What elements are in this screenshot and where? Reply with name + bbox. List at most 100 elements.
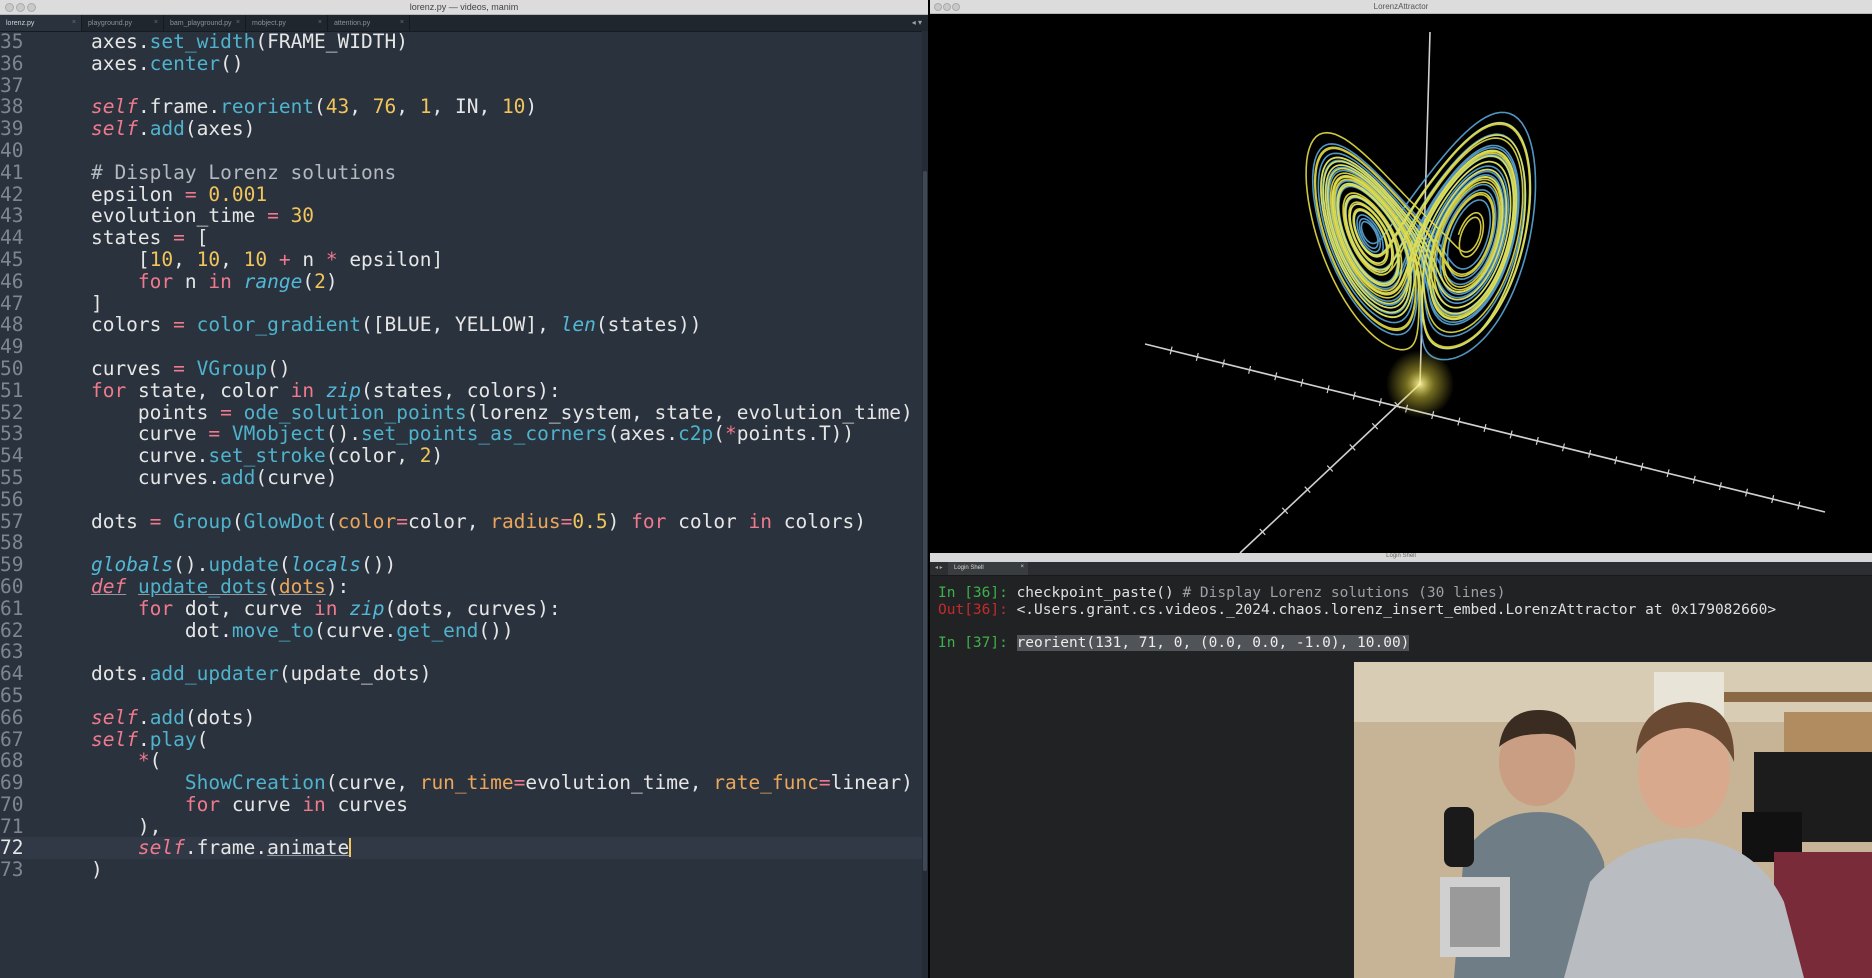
code-text[interactable]: axes.center() [44,52,244,75]
code-line[interactable]: 62 dot.move_to(curve.get_end()) [0,619,928,642]
code-text[interactable]: states = [ [44,227,208,249]
code-line[interactable]: 55 curves.add(curve) [0,467,928,489]
code-text[interactable]: curve = VMobject().set_points_as_corners… [44,423,854,445]
code-line[interactable]: 47 ] [0,292,928,315]
render-titlebar: LorenzAttractor [930,0,1872,14]
code-line[interactable]: 66 self.add(dots) [0,706,928,729]
code-text[interactable]: ShowCreation(curve, run_time=evolution_t… [44,772,913,794]
editor-tab[interactable]: playground.py × [82,15,164,31]
code-text[interactable]: curves = VGroup() [44,358,291,380]
code-text[interactable]: self.frame.reorient(43, 76, 1, IN, 10) [44,96,537,118]
code-text[interactable]: epsilon = 0.001 [44,183,267,206]
close-tab-icon[interactable]: × [236,19,240,26]
terminal-titlebar: Login Shell [930,553,1872,562]
close-tab-icon[interactable]: × [72,19,76,26]
code-line[interactable]: 50 curves = VGroup() [0,358,928,380]
code-text[interactable]: dots.add_updater(update_dots) [44,663,431,685]
code-text[interactable]: for curve in curves [44,793,408,816]
code-line[interactable]: 42 epsilon = 0.001 [0,183,928,206]
code-line[interactable]: 65 [0,685,928,707]
code-text[interactable]: globals().update(locals()) [44,554,396,576]
code-line[interactable]: 63 [0,641,928,663]
code-text[interactable]: for dot, curve in zip(dots, curves): [44,597,561,620]
code-line[interactable]: 59 globals().update(locals()) [0,554,928,576]
code-line[interactable]: 72 self.frame.animate [0,837,928,860]
code-text[interactable]: self.frame.animate [44,837,352,859]
code-line[interactable]: 51 for state, color in zip(states, color… [0,379,928,402]
code-line[interactable]: 71 ), [0,815,928,838]
close-tab-icon[interactable]: × [400,19,404,26]
code-text[interactable]: dot.move_to(curve.get_end()) [44,619,514,642]
code-editor-window[interactable]: lorenz.py — videos, manim lorenz.py × play… [0,0,928,978]
close-tab-icon[interactable]: × [318,19,322,26]
code-line[interactable]: 69 ShowCreation(curve, run_time=evolutio… [0,772,928,794]
code-text[interactable]: dots = Group(GlowDot(color=color, radius… [44,510,866,533]
code-line[interactable]: 52 points = ode_solution_points(lorenz_s… [0,401,928,424]
code-text[interactable]: ), [44,815,162,838]
code-line[interactable]: 64 dots.add_updater(update_dots) [0,663,928,685]
code-line[interactable]: 39 self.add(axes) [0,118,928,140]
code-area[interactable]: 35 axes.set_width(FRAME_WIDTH) 36 axes.ce… [0,31,928,881]
code-text[interactable]: colors = color_gradient([BLUE, YELLOW], … [44,314,702,336]
code-text[interactable]: evolution_time = 30 [44,205,314,227]
code-line[interactable]: 70 for curve in curves [0,793,928,816]
code-text[interactable]: for n in range(2) [44,270,338,293]
code-text[interactable]: for state, color in zip(states, colors): [44,379,561,402]
code-text[interactable]: [10, 10, 10 + n * epsilon] [44,249,443,271]
editor-tab[interactable]: attention.py × [328,15,410,31]
code-line[interactable]: 67 self.play( [0,727,928,751]
code-text[interactable]: ) [44,859,103,881]
line-number: 61 [0,596,24,620]
lorenz-attractor-scene [1144,31,1826,553]
code-line[interactable]: 43 evolution_time = 30 [0,205,928,227]
code-text[interactable]: # Display Lorenz solutions [44,161,396,184]
code-line[interactable]: 40 [0,140,928,162]
code-line[interactable]: 58 [0,532,928,554]
code-text[interactable]: self.add(dots) [44,706,255,729]
code-line[interactable]: 60 def update_dots(dots): [0,576,928,598]
editor-tab[interactable]: bam_playground.py × [164,15,246,31]
code-line[interactable]: 56 [0,488,928,511]
terminal-prompt: Out[36]: [938,601,1017,618]
code-line[interactable]: 61 for dot, curve in zip(dots, curves): [0,596,928,620]
code-text[interactable]: self.play( [44,728,208,751]
tab-nav-icon[interactable]: ◂ ▾ [912,18,922,27]
code-line[interactable]: 38 self.frame.reorient(43, 76, 1, IN, 10… [0,96,928,118]
code-line[interactable]: 53 curve = VMobject().set_points_as_corn… [0,423,928,445]
code-line[interactable]: 45 [10, 10, 10 + n * epsilon] [0,249,928,271]
line-number: 69 [0,771,24,795]
close-tab-icon[interactable]: × [154,19,158,26]
line-number: 67 [0,727,24,751]
close-tab-icon[interactable]: × [1020,564,1024,570]
terminal-tab[interactable]: Login Shell × [948,562,1028,575]
code-text[interactable]: axes.set_width(FRAME_WIDTH) [44,31,408,53]
code-text[interactable]: curves.add(curve) [44,467,338,489]
code-line[interactable]: 57 dots = Group(GlowDot(color=color, rad… [0,510,928,533]
code-text[interactable]: points = ode_solution_points(lorenz_syst… [44,401,913,424]
code-line[interactable]: 46 for n in range(2) [0,270,928,293]
code-text[interactable]: def update_dots(dots): [44,576,349,598]
code-line[interactable]: 37 [0,74,928,97]
code-text[interactable]: curve.set_stroke(color, 2) [44,445,443,467]
code-line[interactable]: 48 colors = color_gradient([BLUE, YELLOW… [0,314,928,336]
editor-tab[interactable]: mobject.py × [246,15,328,31]
line-number: 44 [0,226,24,250]
code-line[interactable]: 36 axes.center() [0,52,928,75]
code-line[interactable]: 73 ) [0,859,928,881]
code-line[interactable]: 68 *( [0,750,928,772]
code-text[interactable]: *( [44,750,162,772]
code-line[interactable]: 41 # Display Lorenz solutions [0,161,928,184]
code-line[interactable]: 44 states = [ [0,227,928,249]
tab-nav-icon[interactable]: ◂ ▸ [935,564,943,571]
code-text[interactable]: ] [44,292,103,315]
code-line[interactable]: 35 axes.set_width(FRAME_WIDTH) [0,31,928,53]
terminal-window-title: Login Shell [1386,553,1416,559]
terminal-line: In [37]: reorient(131, 71, 0, (0.0, 0.0,… [938,634,1410,651]
editor-scrollbar-thumb[interactable] [923,171,927,871]
editor-scrollbar[interactable] [922,31,928,978]
render-window[interactable]: LorenzAttractor [930,0,1872,553]
code-text[interactable]: self.add(axes) [44,118,255,140]
code-line[interactable]: 49 [0,336,928,358]
editor-tab[interactable]: lorenz.py × [0,15,82,31]
code-line[interactable]: 54 curve.set_stroke(color, 2) [0,445,928,467]
